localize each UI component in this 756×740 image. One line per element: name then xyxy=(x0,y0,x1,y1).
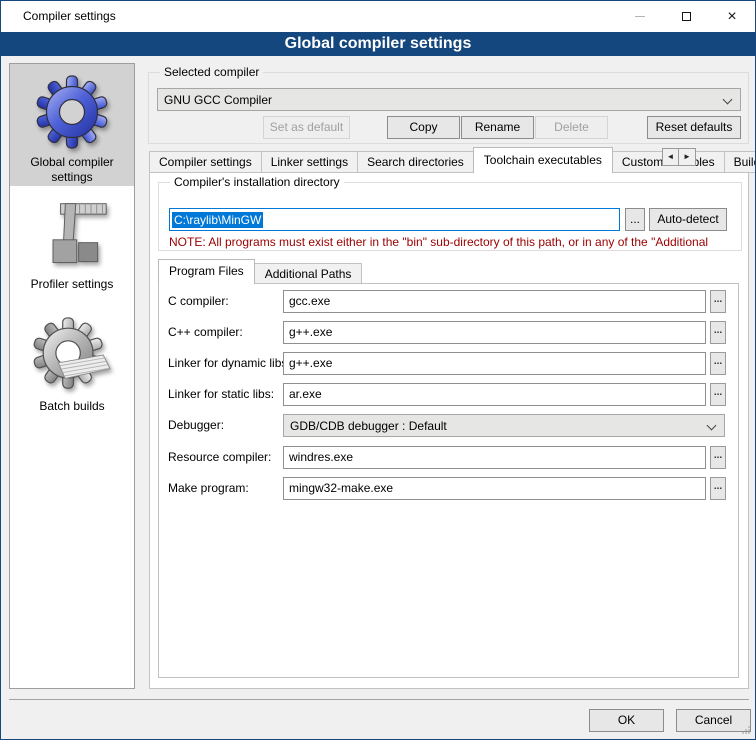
page-title: Global compiler settings xyxy=(285,35,472,53)
close-button[interactable]: × xyxy=(709,1,755,32)
sidebar-item-label: Batch builds xyxy=(16,399,128,422)
linker-static-label: Linker for static libs: xyxy=(168,383,281,406)
maximize-button[interactable] xyxy=(663,1,709,32)
make-program-input[interactable]: mingw32-make.exe xyxy=(283,477,706,500)
compiler-settings-dialog: Compiler settings × Global compiler sett… xyxy=(0,0,756,740)
window-title: Compiler settings xyxy=(23,1,116,31)
browse-directory-button[interactable]: ... xyxy=(625,208,645,231)
debugger-select-value: GDB/CDB debugger : Default xyxy=(290,419,447,433)
tab-additional-paths[interactable]: Additional Paths xyxy=(255,263,363,284)
tab-compiler-settings[interactable]: Compiler settings xyxy=(149,151,262,173)
resource-compiler-label: Resource compiler: xyxy=(168,446,281,469)
caliper-icon xyxy=(34,198,110,277)
minimize-icon xyxy=(635,16,645,17)
resize-grip[interactable] xyxy=(742,726,751,735)
sidebar-item-label: Global compiler settings xyxy=(16,155,128,193)
linker-static-browse-button[interactable]: ... xyxy=(710,383,726,406)
ok-button[interactable]: OK xyxy=(589,709,664,732)
cpp-compiler-input[interactable]: g++.exe xyxy=(283,321,706,344)
tab-linker-settings[interactable]: Linker settings xyxy=(262,151,358,173)
copy-button[interactable]: Copy xyxy=(387,116,460,139)
tab-scroll-left-icon[interactable]: ◄ xyxy=(662,148,679,166)
cpp-compiler-label: C++ compiler: xyxy=(168,321,281,344)
reset-defaults-button[interactable]: Reset defaults xyxy=(647,116,741,139)
cpp-compiler-browse-button[interactable]: ... xyxy=(710,321,726,344)
make-program-label: Make program: xyxy=(168,477,281,500)
tab-scroll-buttons: ◄ ► xyxy=(662,148,696,166)
sidebar-item-global-compiler-settings[interactable]: Global compiler settings xyxy=(10,64,134,186)
tab-search-directories[interactable]: Search directories xyxy=(358,151,474,173)
sidebar-item-batch-builds[interactable]: Batch builds xyxy=(10,300,134,432)
auto-detect-button[interactable]: Auto-detect xyxy=(649,208,727,231)
chevron-down-icon xyxy=(723,95,733,105)
debugger-label: Debugger: xyxy=(168,414,281,437)
sidebar-item-profiler-settings[interactable]: Profiler settings xyxy=(10,186,134,300)
linker-dynamic-input[interactable]: g++.exe xyxy=(283,352,706,375)
selected-compiler-group-label: Selected compiler xyxy=(160,65,263,79)
window-controls: × xyxy=(617,1,755,32)
linker-dynamic-label: Linker for dynamic libs: xyxy=(168,352,281,375)
compiler-select-value: GNU GCC Compiler xyxy=(164,93,272,107)
toolchain-executables-page: Compiler's installation directory C:\ray… xyxy=(149,172,749,689)
delete-button: Delete xyxy=(535,116,608,139)
c-compiler-input[interactable]: gcc.exe xyxy=(283,290,706,313)
tab-program-files[interactable]: Program Files xyxy=(158,259,255,284)
sidebar-item-label: Profiler settings xyxy=(16,277,128,300)
compiler-select[interactable]: GNU GCC Compiler xyxy=(157,88,741,111)
titlebar[interactable]: Compiler settings × xyxy=(1,1,755,32)
cancel-button[interactable]: Cancel xyxy=(676,709,751,732)
resource-compiler-browse-button[interactable]: ... xyxy=(710,446,726,469)
installation-directory-input[interactable]: C:\raylib\MinGW xyxy=(169,208,620,231)
resource-compiler-input[interactable]: windres.exe xyxy=(283,446,706,469)
gear-blue-icon xyxy=(32,72,112,155)
maximize-icon xyxy=(682,12,691,21)
minimize-button xyxy=(617,1,663,32)
make-program-browse-button[interactable]: ... xyxy=(710,477,726,500)
program-files-tabstrip: Program Files Additional Paths xyxy=(158,259,362,284)
installation-directory-group: Compiler's installation directory C:\ray… xyxy=(158,182,742,251)
tab-scroll-right-icon[interactable]: ► xyxy=(679,148,696,166)
tab-build-options[interactable]: Build options xyxy=(725,151,756,173)
page-header: Global compiler settings xyxy=(1,32,755,56)
installation-directory-value: C:\raylib\MinGW xyxy=(172,212,263,228)
footer-divider xyxy=(9,699,749,700)
tab-toolchain-executables[interactable]: Toolchain executables xyxy=(473,147,613,173)
set-as-default-button: Set as default xyxy=(263,116,350,139)
debugger-select[interactable]: GDB/CDB debugger : Default xyxy=(283,414,725,437)
settings-category-list: Global compiler settings Profiler settin… xyxy=(9,63,135,689)
close-icon: × xyxy=(727,9,736,25)
c-compiler-browse-button[interactable]: ... xyxy=(710,290,726,313)
bin-subdirectory-note: NOTE: All programs must exist either in … xyxy=(169,235,736,249)
c-compiler-label: C compiler: xyxy=(168,290,281,313)
chevron-down-icon xyxy=(707,421,717,431)
installation-directory-group-label: Compiler's installation directory xyxy=(170,175,344,189)
linker-static-input[interactable]: ar.exe xyxy=(283,383,706,406)
gear-stack-icon xyxy=(29,314,115,399)
linker-dynamic-browse-button[interactable]: ... xyxy=(710,352,726,375)
rename-button[interactable]: Rename xyxy=(461,116,534,139)
